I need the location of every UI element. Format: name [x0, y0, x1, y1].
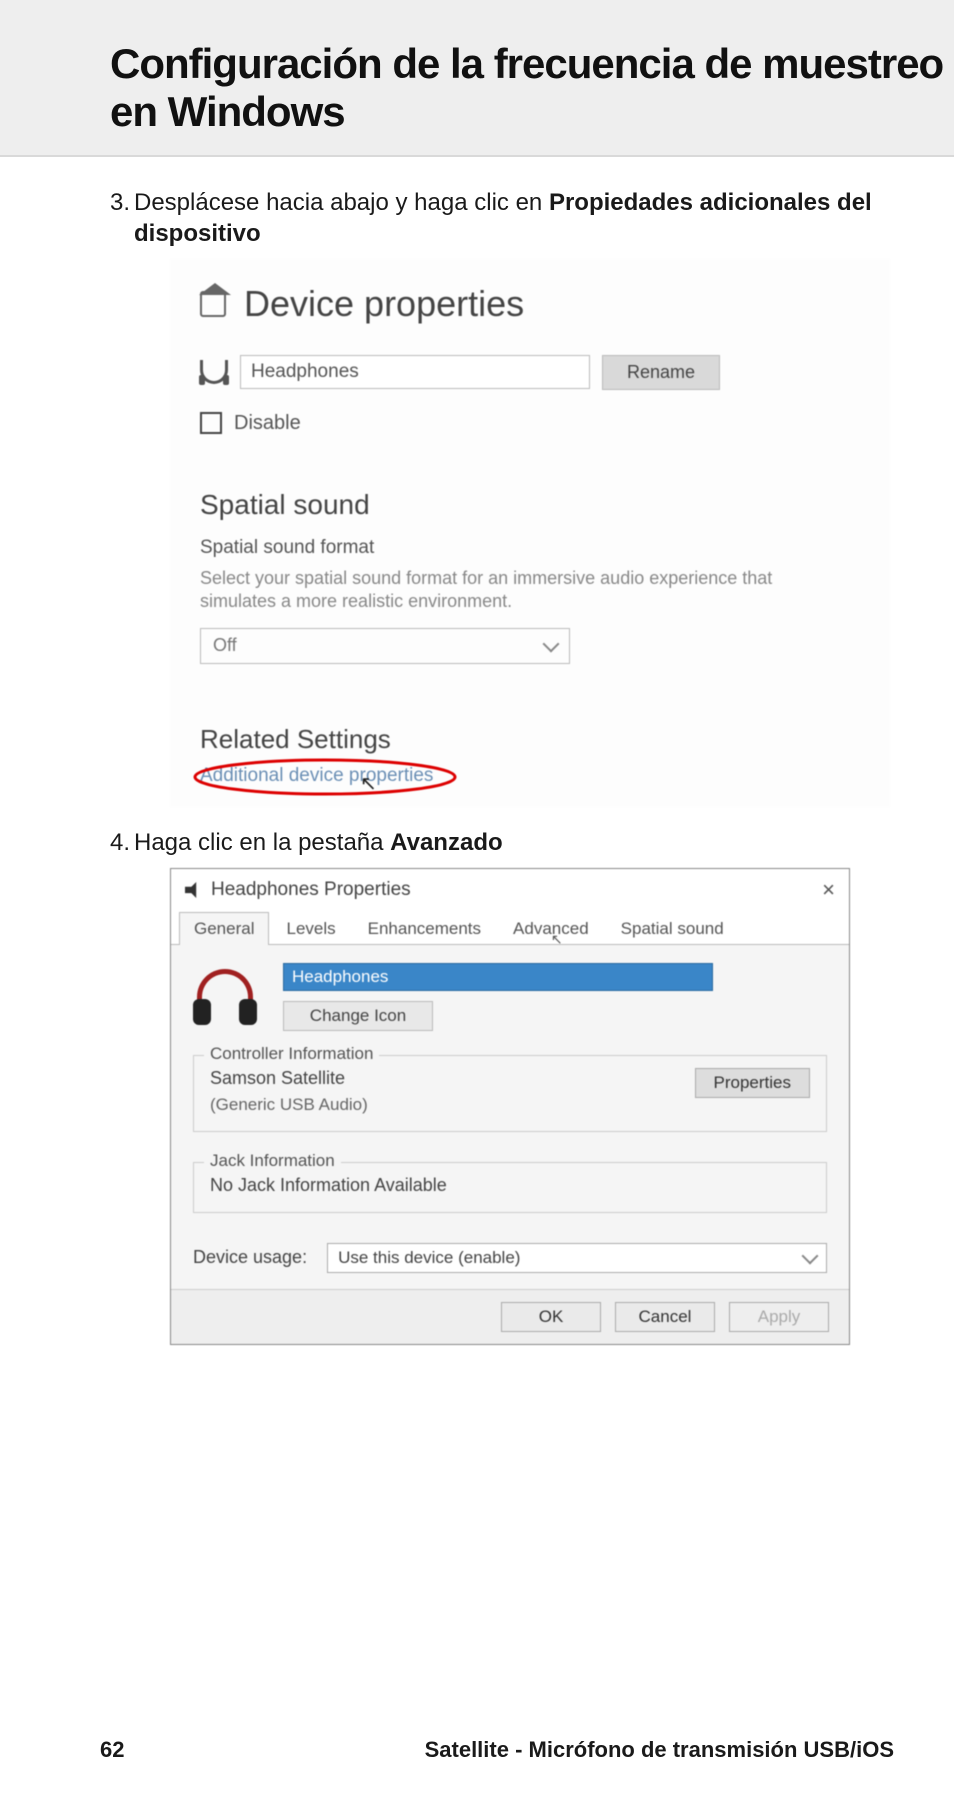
- page-footer: 62 Satellite - Micrófono de transmisión …: [0, 1737, 954, 1763]
- page-title: Configuración de la frecuencia de muestr…: [110, 40, 954, 137]
- apply-button[interactable]: Apply: [729, 1302, 829, 1332]
- ok-button[interactable]: OK: [501, 1302, 601, 1332]
- controller-information-legend: Controller Information: [204, 1044, 379, 1064]
- controller-sub: (Generic USB Audio): [210, 1095, 368, 1115]
- chevron-down-icon: [802, 1247, 819, 1264]
- spatial-sound-description: Select your spatial sound format for an …: [200, 567, 840, 614]
- spatial-sound-select[interactable]: Off: [200, 628, 570, 664]
- dialog-button-row: OK Cancel Apply: [171, 1289, 849, 1344]
- jack-information-legend: Jack Information: [204, 1151, 341, 1171]
- page-number: 62: [100, 1737, 124, 1763]
- page-header: Configuración de la frecuencia de muestr…: [0, 0, 954, 157]
- rename-button[interactable]: Rename: [602, 355, 720, 390]
- disable-checkbox[interactable]: [200, 412, 222, 434]
- spatial-sound-subheading: Spatial sound format: [200, 537, 860, 559]
- cursor-icon: ↖: [551, 931, 563, 948]
- step-3: 3.Desplácese hacia abajo y haga clic en …: [100, 187, 904, 249]
- step-4-number: 4.: [100, 827, 130, 858]
- device-usage-select[interactable]: Use this device (enable): [327, 1243, 827, 1273]
- additional-device-properties-link-wrap: Additional device properties ↖: [200, 765, 433, 787]
- step-3-number: 3.: [100, 187, 130, 218]
- controller-name: Samson Satellite: [210, 1068, 368, 1089]
- disable-label: Disable: [234, 412, 301, 435]
- close-button[interactable]: ×: [822, 877, 835, 903]
- device-usage-label: Device usage:: [193, 1247, 307, 1268]
- dialog-tabs: General Levels Enhancements Advanced ↖ S…: [171, 911, 849, 945]
- screenshot-device-properties: Device properties Rename Disable Spatial…: [170, 259, 890, 807]
- tab-general[interactable]: General: [179, 912, 269, 945]
- headphones-large-icon: [193, 963, 257, 1027]
- spatial-sound-heading: Spatial sound: [200, 489, 860, 521]
- tab-advanced[interactable]: Advanced ↖: [498, 912, 604, 945]
- controller-properties-button[interactable]: Properties: [695, 1068, 810, 1098]
- jack-information-text: No Jack Information Available: [210, 1175, 810, 1196]
- home-icon[interactable]: [200, 291, 226, 317]
- dialog-titlebar: Headphones Properties ×: [171, 869, 849, 911]
- headphones-icon: [200, 360, 228, 384]
- screenshot-headphones-properties: Headphones Properties × General Levels E…: [170, 868, 850, 1345]
- chevron-down-icon: [543, 635, 560, 652]
- step-4: 4.Haga clic en la pestaña Avanzado: [100, 827, 904, 858]
- highlight-oval: [190, 757, 460, 797]
- footer-text: Satellite - Micrófono de transmisión USB…: [425, 1737, 894, 1763]
- spatial-sound-value: Off: [213, 635, 237, 656]
- dialog-title: Headphones Properties: [211, 879, 411, 901]
- step-3-text: 3.Desplácese hacia abajo y haga clic en …: [100, 187, 904, 249]
- speaker-icon: [185, 882, 201, 898]
- jack-information-group: Jack Information No Jack Information Ava…: [193, 1162, 827, 1213]
- tab-levels[interactable]: Levels: [271, 912, 350, 945]
- step-4-text: 4.Haga clic en la pestaña Avanzado: [100, 827, 904, 858]
- controller-information-group: Controller Information Samson Satellite …: [193, 1055, 827, 1132]
- tab-enhancements[interactable]: Enhancements: [353, 912, 496, 945]
- device-properties-title: Device properties: [244, 283, 524, 325]
- dialog-panel: Headphones Change Icon Controller Inform…: [171, 945, 849, 1289]
- device-name-input[interactable]: [240, 355, 590, 389]
- device-name-field[interactable]: Headphones: [283, 963, 713, 991]
- tab-spatial-sound[interactable]: Spatial sound: [606, 912, 739, 945]
- related-settings-heading: Related Settings: [200, 724, 860, 755]
- cancel-button[interactable]: Cancel: [615, 1302, 715, 1332]
- page-content: 3.Desplácese hacia abajo y haga clic en …: [0, 157, 954, 1345]
- change-icon-button[interactable]: Change Icon: [283, 1001, 433, 1031]
